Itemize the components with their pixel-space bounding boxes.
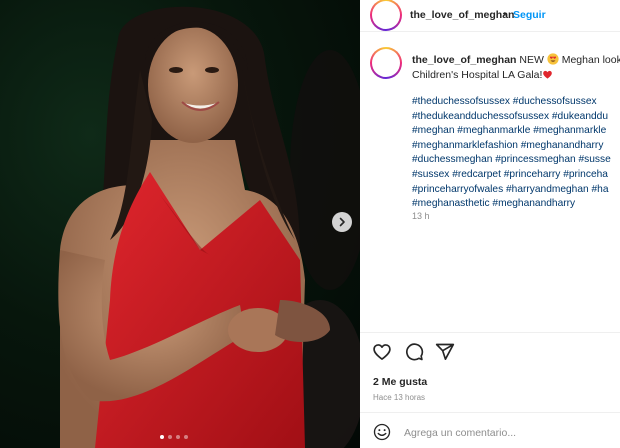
header-username[interactable]: the_love_of_meghan [410,9,514,21]
hashtag-line[interactable]: #thedukeandduchessofsussex #dukeanddu [412,110,620,125]
caption-username[interactable]: the_love_of_meghan [412,54,516,66]
post-time-ago: Hace 13 horas [373,393,426,402]
hashtag-line[interactable]: #meghan #meghanmarkle #meghanmarkle [412,124,620,139]
smiley-face-icon[interactable] [373,423,391,441]
hashtag-line[interactable]: #sussex #redcarpet #princeharry #princeh… [412,168,620,183]
caption-text: NEW [519,54,544,66]
photo-scene [58,6,360,448]
divider [360,332,620,333]
paper-plane-icon[interactable] [435,342,455,362]
carousel-next-button[interactable] [332,212,352,232]
carousel-dot [168,435,172,439]
carousel-dot [160,435,164,439]
comment-input[interactable] [404,425,604,441]
post-header: the_love_of_meghan • Seguir [360,0,620,32]
comment-bubble-icon[interactable] [404,342,424,362]
hashtag-line[interactable]: #princeharryofwales #harryandmeghan #ha [412,183,620,198]
heart-eyes-emoji-icon [547,53,559,65]
divider [360,412,620,413]
post-photo[interactable] [0,0,360,448]
post-caption: the_love_of_meghan NEW Meghan look Child… [412,53,620,82]
hashtag-block: #theduchessofsussex #duchessofsussex #th… [412,95,620,212]
avatar[interactable] [370,0,402,31]
caption-line-2: Children's Hospital LA Gala! [412,68,543,81]
follow-button[interactable]: Seguir [513,9,546,21]
heart-outline-icon[interactable] [372,342,392,362]
carousel-dot [176,435,180,439]
hashtag-line[interactable]: #meghanasthetic #meghanandharry [412,197,620,212]
post-side-panel: the_love_of_meghan • Seguir the_love_of_… [360,0,620,448]
carousel-indicator [160,435,188,439]
chevron-right-icon [339,217,345,227]
caption-text-continued: Meghan look [561,54,620,66]
likes-count[interactable]: 2 Me gusta [373,376,427,388]
hashtag-line[interactable]: #duchessmeghan #princessmeghan #susse [412,153,620,168]
red-heart-emoji-icon [543,70,553,79]
hashtag-line[interactable]: #theduchessofsussex #duchessofsussex [412,95,620,110]
caption-avatar[interactable] [370,47,402,79]
hashtag-line[interactable]: #meghanmarklefashion #meghanandharry [412,139,620,154]
header-separator: • [503,9,507,20]
caption-timestamp[interactable]: 13 h [412,211,430,221]
carousel-dot [184,435,188,439]
